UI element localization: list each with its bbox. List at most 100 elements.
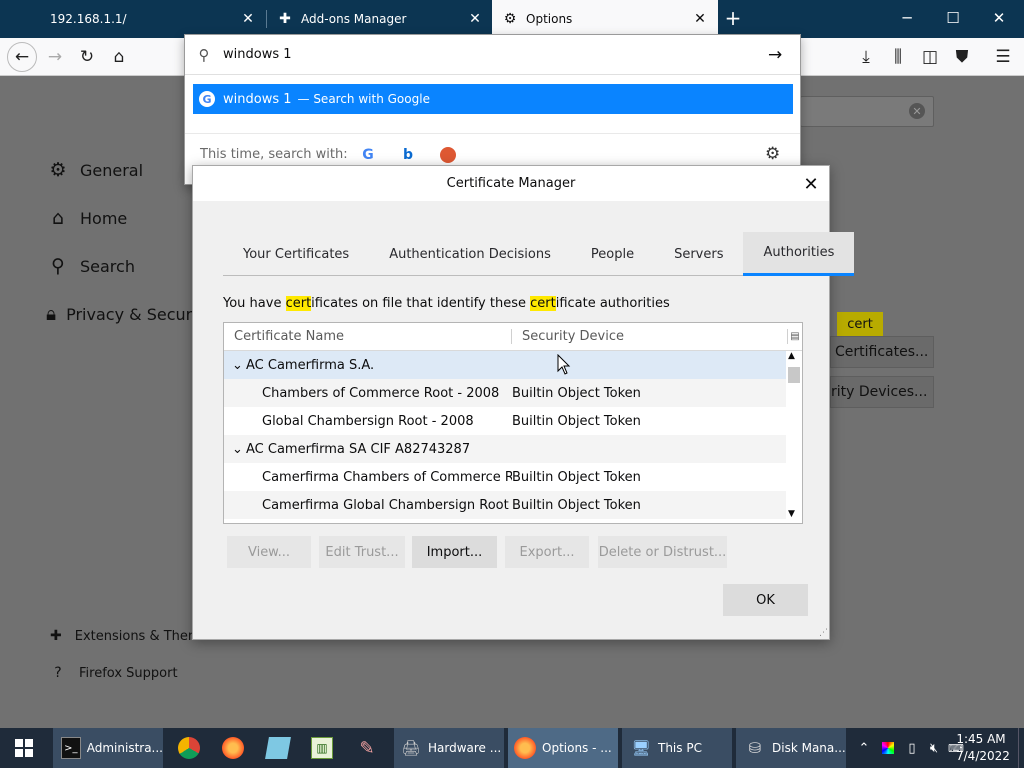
tree-row[interactable]: Global Chambersign Root - 2008 Builtin O… xyxy=(224,407,786,435)
chevron-down-icon[interactable]: ⌄ xyxy=(232,358,246,373)
tab-authorities[interactable]: Authorities xyxy=(743,232,855,276)
taskbar-item-spreadsheet[interactable]: ▥ xyxy=(303,728,341,768)
footer-support[interactable]: ? Firefox Support xyxy=(50,665,177,681)
clear-icon[interactable]: ✕ xyxy=(909,103,925,119)
category-home[interactable]: ⌂ Home xyxy=(46,206,127,230)
tab-servers[interactable]: Servers xyxy=(654,232,743,276)
taskbar-item-this-pc[interactable]: 🖥︎ This PC xyxy=(622,728,732,768)
category-search[interactable]: ⚲ Search xyxy=(46,254,135,278)
reload-button[interactable]: ↻ xyxy=(72,42,102,72)
taskbar-item-disk-management[interactable]: ⛁ Disk Mana... xyxy=(736,728,846,768)
bing-icon[interactable]: b xyxy=(396,143,420,167)
export-button[interactable]: Export... xyxy=(505,536,589,568)
dialog-title: Certificate Manager xyxy=(193,166,829,201)
color-picker-tray-icon[interactable] xyxy=(878,728,898,768)
tree-row-group[interactable]: ⌄ AC Camerfirma SA CIF A82743287 xyxy=(224,435,786,463)
ok-button[interactable]: OK xyxy=(723,584,808,616)
tree-row-group[interactable]: ⌄ AC Camerfirma S.A. xyxy=(224,351,786,379)
category-label: Home xyxy=(80,208,128,228)
taskbar-item-paint[interactable]: ✎ xyxy=(348,728,386,768)
suggestion-action: — Search with Google xyxy=(297,92,430,106)
intro-text: You have xyxy=(223,296,286,311)
tray-overflow-icon[interactable]: ⌃ xyxy=(854,728,874,768)
paint-icon: ✎ xyxy=(359,737,375,759)
column-picker-icon[interactable]: ▤ xyxy=(788,331,802,342)
hamburger-icon: ☰ xyxy=(995,47,1011,67)
usb-tray-icon[interactable]: ▯ xyxy=(902,728,922,768)
tab-addons[interactable]: ✚ Add-ons Manager ✕ xyxy=(267,0,493,38)
edit-trust-button[interactable]: Edit Trust... xyxy=(319,536,405,568)
tree-header: Certificate Name Security Device ▤ xyxy=(224,323,802,351)
duckduckgo-icon[interactable] xyxy=(436,143,460,167)
scroll-thumb[interactable] xyxy=(788,367,800,383)
category-general[interactable]: ⚙ General xyxy=(46,158,143,182)
tree-scrollbar[interactable]: ▲ ▼ xyxy=(786,351,802,523)
go-arrow-icon[interactable]: → xyxy=(768,45,782,65)
taskbar-item-chrome[interactable] xyxy=(170,728,208,768)
tab-your-certificates[interactable]: Your Certificates xyxy=(223,232,369,276)
ublock-button[interactable]: ⛊ xyxy=(947,42,977,72)
taskbar: >_ Administra... ▥ ✎ 🖨︎ Hardware ... Opt… xyxy=(0,728,1024,768)
tree-row[interactable]: Chambers of Commerce Root - 2008 Builtin… xyxy=(224,379,786,407)
tree-row[interactable]: Camerfirma Global Chambersign Root Built… xyxy=(224,491,786,519)
preferences-search-input[interactable]: ✕ xyxy=(800,96,934,127)
security-devices-button[interactable]: rity Devices... xyxy=(830,376,934,408)
category-privacy[interactable]: 🔒︎ Privacy & Security xyxy=(46,302,192,326)
intro-highlight: cert xyxy=(530,296,556,311)
show-desktop-button[interactable] xyxy=(1018,728,1024,768)
gear-icon[interactable]: ⚙ xyxy=(765,144,780,164)
downloads-button[interactable]: ⤓ xyxy=(851,42,881,72)
back-button[interactable]: ← xyxy=(7,42,37,72)
url-input[interactable] xyxy=(223,47,743,62)
taskbar-item-hardware[interactable]: 🖨︎ Hardware ... xyxy=(394,728,504,768)
google-icon[interactable]: G xyxy=(356,143,380,167)
scroll-down-icon[interactable]: ▼ xyxy=(788,509,795,519)
resize-grip-icon[interactable]: ⋰ xyxy=(819,628,828,638)
taskbar-item-options[interactable]: Options - ... xyxy=(508,728,618,768)
menu-button[interactable]: ☰ xyxy=(988,42,1018,72)
button-label: rity Devices... xyxy=(831,384,928,400)
view-button[interactable]: View... xyxy=(227,536,311,568)
close-icon[interactable]: ✕ xyxy=(692,11,708,27)
delete-or-distrust-button[interactable]: Delete or Distrust... xyxy=(598,536,727,568)
tab-people[interactable]: People xyxy=(571,232,654,276)
tab-authentication-decisions[interactable]: Authentication Decisions xyxy=(369,232,571,276)
forward-button[interactable]: → xyxy=(40,42,70,72)
volume-icon[interactable]: 🔇︎ xyxy=(924,728,944,768)
certificate-tree[interactable]: Certificate Name Security Device ▤ ⌄ AC C… xyxy=(223,322,803,524)
new-tab-button[interactable]: + xyxy=(718,0,748,36)
view-certificates-button[interactable]: Certificates... xyxy=(830,336,934,368)
column-certificate-name[interactable]: Certificate Name xyxy=(224,329,512,344)
close-window-button[interactable]: ✕ xyxy=(976,0,1022,36)
footer-extensions[interactable]: ✚ Extensions & Themes xyxy=(50,628,210,644)
library-button[interactable]: ⫼ xyxy=(883,42,913,72)
close-icon[interactable]: ✕ xyxy=(240,11,256,27)
taskbar-item-notepad[interactable] xyxy=(259,728,297,768)
tab-options[interactable]: ⚙ Options ✕ xyxy=(492,0,718,38)
tree-row[interactable]: Camerfirma Chambers of Commerce Root Bui… xyxy=(224,463,786,491)
help-icon: ? xyxy=(54,665,62,681)
chevron-down-icon[interactable]: ⌄ xyxy=(232,442,246,457)
column-security-device[interactable]: Security Device xyxy=(512,329,788,344)
taskbar-item-terminal[interactable]: >_ Administra... xyxy=(53,728,163,768)
start-button[interactable] xyxy=(0,728,48,768)
clock[interactable]: 1:45 AM 7/4/2022 xyxy=(956,731,1010,765)
home-button[interactable]: ⌂ xyxy=(104,42,134,72)
maximize-button[interactable]: ☐ xyxy=(930,0,976,36)
import-button[interactable]: Import... xyxy=(412,536,497,568)
sidebar-button[interactable]: ◫ xyxy=(915,42,945,72)
taskbar-item-firefox[interactable] xyxy=(214,728,252,768)
row-name: AC Camerfirma S.A. xyxy=(246,357,375,373)
minimize-button[interactable]: ─ xyxy=(884,0,930,36)
scroll-up-icon[interactable]: ▲ xyxy=(788,351,795,361)
dialog-close-button[interactable]: ✕ xyxy=(796,170,826,198)
tab-router[interactable]: 192.168.1.1/ ✕ xyxy=(40,0,266,38)
disk-icon: ⛁ xyxy=(748,739,762,757)
close-icon[interactable]: ✕ xyxy=(467,11,483,27)
urlbar[interactable]: ⚲ → xyxy=(185,35,800,75)
search-suggestion[interactable]: G windows 1 — Search with Google xyxy=(193,84,793,114)
shield-icon: ⛊ xyxy=(955,47,969,67)
tab-label: Options xyxy=(526,12,573,26)
row-cell: ⌄ AC Camerfirma SA CIF A82743287 xyxy=(224,442,512,457)
taskbar-label: This PC xyxy=(658,741,702,755)
